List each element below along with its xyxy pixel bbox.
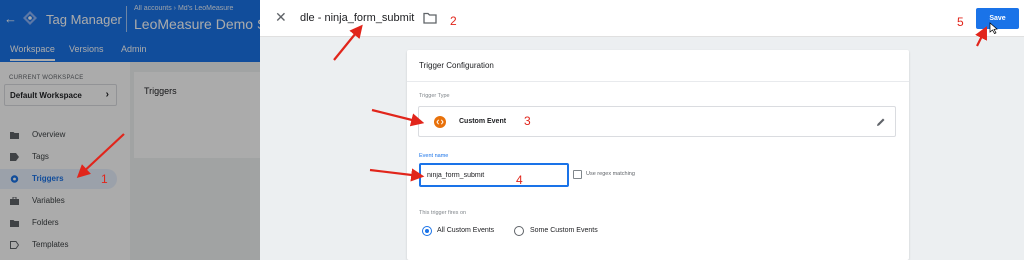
save-button[interactable]: Save [976,8,1019,29]
radio-all-custom-events[interactable] [422,226,432,236]
pencil-icon[interactable] [876,117,886,127]
trigger-type-name: Custom Event [459,118,507,125]
fires-on-label: This trigger fires on [419,210,467,216]
custom-event-icon [434,116,446,128]
regex-label: Use regex matching [586,171,635,177]
event-name-input[interactable] [419,163,569,187]
folder-icon[interactable] [423,12,437,24]
annotation-number-2: 2 [450,14,457,28]
annotation-number-5: 5 [957,15,964,29]
trigger-type-selector[interactable]: Custom Event [418,106,896,137]
annotation-number-1: 1 [101,172,108,186]
divider [407,81,909,82]
card-title: Trigger Configuration [419,61,494,70]
close-icon[interactable]: ✕ [275,9,287,26]
panel-header: ✕ dle - ninja_form_submit Save [260,0,1024,37]
trigger-configuration-card: Trigger Configuration Trigger Type Custo… [407,50,909,260]
annotation-number-3: 3 [524,114,531,128]
trigger-name[interactable]: dle - ninja_form_submit [300,12,414,24]
radio-label-some: Some Custom Events [530,227,598,234]
trigger-editor-panel: ✕ dle - ninja_form_submit Save Trigger C… [260,0,1024,260]
modal-overlay[interactable] [0,0,260,260]
event-name-label: Event name [419,153,449,159]
trigger-type-label: Trigger Type [419,93,450,99]
annotation-number-4: 4 [516,173,523,187]
regex-checkbox[interactable] [573,170,582,179]
radio-label-all: All Custom Events [437,227,495,234]
radio-some-custom-events[interactable] [514,226,524,236]
